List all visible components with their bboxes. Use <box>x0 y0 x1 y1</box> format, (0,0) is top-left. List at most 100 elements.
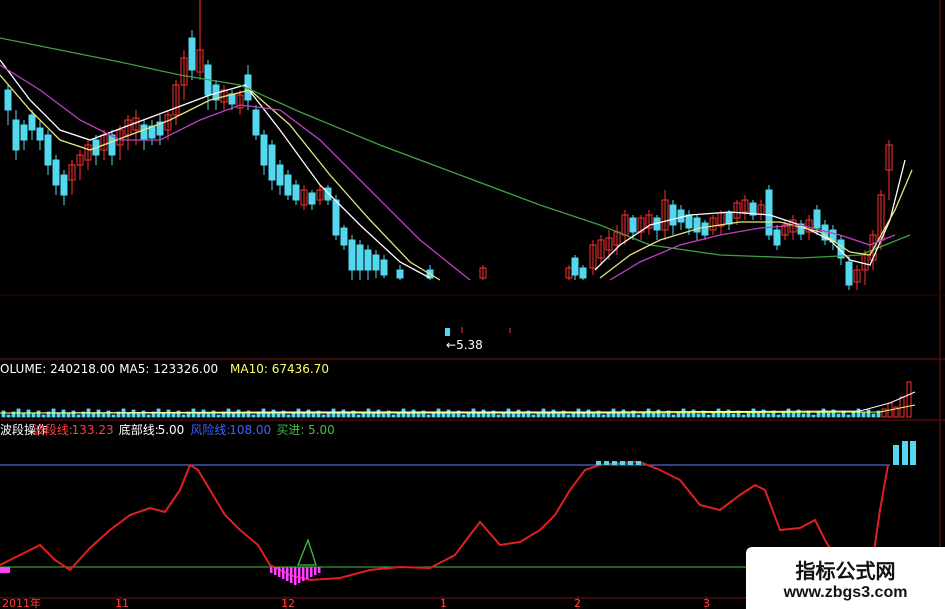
ind-legend-item: 5.00 <box>308 423 335 437</box>
volume-bar <box>356 414 361 418</box>
volume-bar <box>126 412 131 418</box>
volume-bar <box>391 414 396 418</box>
volume-bar <box>161 412 166 418</box>
ind-legend-item: 买进: <box>276 423 305 437</box>
volume-bar <box>881 408 887 418</box>
candle-body <box>268 144 276 181</box>
volume-bar <box>546 412 551 418</box>
candle-body <box>28 114 36 131</box>
volume-bar <box>196 412 201 418</box>
watermark-text: 指标公式网 <box>795 560 896 583</box>
volume-bar <box>176 410 181 418</box>
volume-bar <box>671 414 676 418</box>
volume-bar <box>661 413 666 418</box>
candle-body <box>773 229 781 246</box>
volume-bar <box>216 414 221 418</box>
bottom-zone-bar <box>298 567 301 583</box>
volume-bar <box>621 409 626 418</box>
volume-bar <box>591 413 596 418</box>
chart-stage: ←5.38 OLUME: 240218.00 MA5: 123326.00 MA10… <box>0 0 945 609</box>
volume-bar <box>426 414 431 418</box>
candle-body <box>140 124 148 141</box>
candle-body <box>52 159 60 186</box>
stock-chart <box>0 0 945 609</box>
candle-body <box>396 269 404 279</box>
volume-bar <box>371 412 376 418</box>
buy-signal-marker <box>297 538 317 566</box>
volume-bar <box>756 412 761 418</box>
risk-zone-bar <box>620 461 625 465</box>
volume-bar <box>866 409 871 418</box>
candle-body <box>813 209 821 229</box>
ind-legend-item: 133.23 <box>71 423 114 437</box>
ind-legend-item: 风险线: <box>190 423 231 437</box>
volume-bar <box>751 408 756 418</box>
candle-body <box>20 124 28 141</box>
risk-zone-bar <box>910 441 916 465</box>
bottom-zone-bar <box>306 567 309 579</box>
candle-body <box>669 204 677 226</box>
volume-bar <box>776 414 781 418</box>
volume-bar <box>181 414 186 418</box>
x-tick-label: 11 <box>115 597 129 609</box>
bottom-zone-bar <box>274 567 277 575</box>
risk-zone-bar <box>604 461 609 465</box>
volume-bar <box>601 414 606 418</box>
candle-body <box>677 209 685 223</box>
volume-bar <box>6 414 11 418</box>
volume-bar <box>696 413 701 418</box>
candle-body <box>284 174 292 196</box>
volume-bar <box>301 412 306 418</box>
volume-bar <box>336 412 341 418</box>
volume-bar <box>91 412 96 418</box>
volume-bar <box>476 412 481 418</box>
volume-bar <box>521 413 526 418</box>
candle-body <box>292 184 300 201</box>
candle-body <box>108 134 116 156</box>
bottom-zone-bar <box>282 567 285 579</box>
volume-bar <box>566 414 571 418</box>
candle-body <box>188 37 196 71</box>
candle-body <box>340 227 348 246</box>
risk-zone-bar <box>893 445 899 465</box>
volume-bar <box>686 412 691 418</box>
candle-body <box>276 164 284 186</box>
volume-bar <box>486 413 491 418</box>
volume-bar <box>406 412 411 418</box>
volume-bar <box>836 413 841 418</box>
volume-bar <box>206 413 211 418</box>
volume-bar <box>496 414 501 418</box>
candle-body <box>348 239 356 271</box>
volume-bar <box>626 413 631 418</box>
volume-bar <box>276 413 281 418</box>
volume-bar <box>66 413 71 418</box>
risk-zone-bar <box>596 461 601 465</box>
candle-body <box>356 244 364 271</box>
risk-zone-bar <box>902 441 908 465</box>
vol-legend-item: MA10: 67436.70 <box>230 362 329 376</box>
volume-bar <box>706 414 711 418</box>
candle-body <box>571 257 579 276</box>
x-tick-label: 2011年 <box>2 597 41 609</box>
volume-bar <box>846 414 851 418</box>
candle-body <box>324 187 332 201</box>
volume-bar <box>346 413 351 418</box>
risk-zone-bar <box>612 461 617 465</box>
bottom-zone-bar <box>302 567 305 581</box>
volume-bar <box>801 413 806 418</box>
volume-bar <box>171 413 176 418</box>
ma-line-green <box>0 37 911 259</box>
candle-body <box>332 199 340 236</box>
candle-body <box>44 134 52 166</box>
volume-bar <box>871 413 876 418</box>
volume-bar <box>311 413 316 418</box>
volume-bar <box>441 412 446 418</box>
volume-bar <box>656 409 661 418</box>
volume-bar <box>36 410 41 418</box>
candle-body <box>12 119 20 151</box>
candle-body <box>364 249 372 271</box>
vol-legend-item: MA5: 123326.00 <box>119 362 219 376</box>
risk-zone-bar <box>628 461 633 465</box>
bottom-zone-bar <box>310 567 313 577</box>
candle-body <box>629 217 637 233</box>
